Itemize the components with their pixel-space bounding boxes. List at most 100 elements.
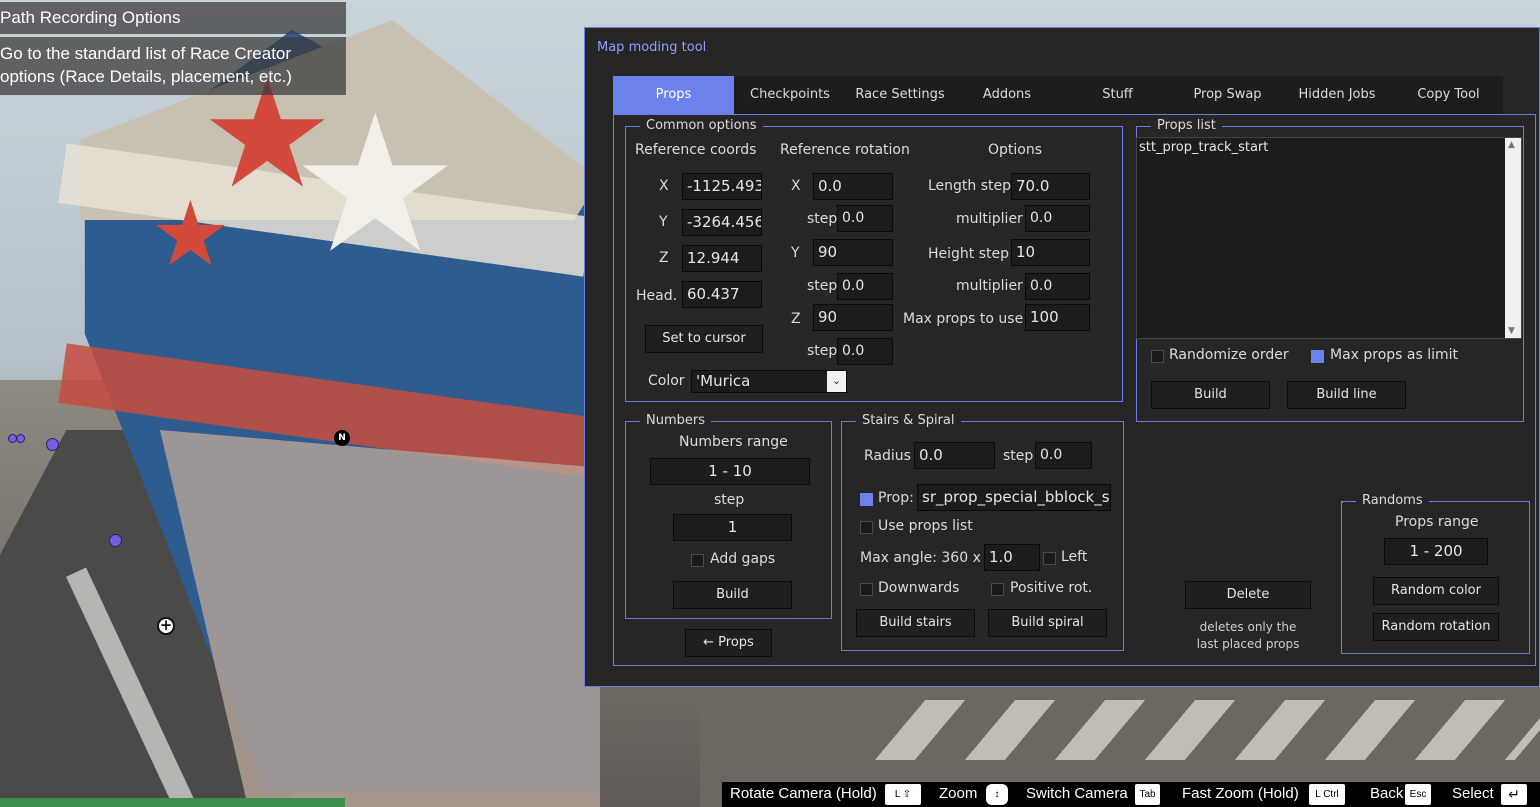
rot-z-input[interactable]: 90 bbox=[813, 304, 893, 331]
randomize-order-label: Randomize order bbox=[1169, 347, 1289, 363]
rot-z-step-label: step bbox=[807, 343, 838, 359]
delete-note-line1: deletes only the bbox=[1199, 620, 1297, 634]
hint-switch-camera: Switch Camera bbox=[1026, 785, 1128, 802]
menu-title-path-recording[interactable]: Path Recording Options bbox=[0, 2, 346, 34]
randomize-order-checkbox[interactable] bbox=[1151, 350, 1164, 363]
chevron-down-icon[interactable]: ⌄ bbox=[827, 371, 846, 392]
rot-y-input[interactable]: 90 bbox=[813, 239, 893, 266]
delete-button[interactable]: Delete bbox=[1185, 581, 1311, 609]
props-list-legend: Props list bbox=[1151, 118, 1222, 134]
numbers-build-button[interactable]: Build bbox=[673, 581, 792, 609]
numbers-step-input[interactable]: 1 bbox=[673, 514, 792, 541]
numbers-step-label: step bbox=[714, 492, 745, 508]
max-angle-input[interactable]: 1.0 bbox=[984, 544, 1040, 571]
props-listbox[interactable]: stt_prop_track_start ▲ ▼ bbox=[1136, 137, 1522, 339]
numbers-range-input[interactable]: 1 - 10 bbox=[650, 458, 810, 485]
color-label: Color bbox=[648, 373, 685, 389]
tab-copy-tool[interactable]: Copy Tool bbox=[1394, 76, 1503, 114]
mouse-wheel-icon: ↕ bbox=[986, 784, 1008, 805]
delete-note: deletes only the last placed props bbox=[1180, 619, 1316, 653]
prop-input[interactable]: sr_prop_special_bblock_sr bbox=[917, 484, 1111, 511]
use-props-list-label: Use props list bbox=[878, 518, 973, 534]
stairs-spiral-legend: Stairs & Spiral bbox=[856, 413, 961, 429]
hint-fast-zoom: Fast Zoom (Hold) bbox=[1182, 785, 1299, 802]
hint-select: Select bbox=[1452, 785, 1494, 802]
key-esc-icon: Esc bbox=[1405, 784, 1431, 805]
key-left-ctrl-icon: L Ctrl bbox=[1309, 784, 1345, 805]
left-checkbox[interactable] bbox=[1043, 552, 1056, 565]
length-multiplier-input[interactable]: 0.0 bbox=[1025, 205, 1090, 232]
rot-x-step-input[interactable]: 0.0 bbox=[837, 205, 893, 232]
menu-description-line1: Go to the standard list of Race Creator bbox=[0, 44, 292, 63]
tab-checkpoints[interactable]: Checkpoints bbox=[734, 76, 846, 114]
rot-y-label: Y bbox=[791, 245, 800, 261]
rot-x-step-label: step bbox=[807, 211, 838, 227]
options-header: Options bbox=[988, 142, 1043, 158]
radius-label: Radius bbox=[864, 448, 911, 464]
color-select-value: 'Murica bbox=[696, 372, 751, 390]
downwards-checkbox[interactable] bbox=[860, 583, 873, 596]
height-step-label: Height step bbox=[928, 246, 1010, 262]
menu-description-line2: options (Race Details, placement, etc.) bbox=[0, 67, 292, 86]
map-marker-dot[interactable] bbox=[109, 534, 122, 547]
list-item[interactable]: stt_prop_track_start bbox=[1139, 140, 1268, 155]
prop-checkbox[interactable] bbox=[860, 493, 873, 506]
scrollbar[interactable]: ▲ ▼ bbox=[1505, 138, 1521, 338]
build-stairs-button[interactable]: Build stairs bbox=[856, 609, 975, 637]
use-props-list-checkbox[interactable] bbox=[860, 521, 873, 534]
tab-props[interactable]: Props bbox=[613, 76, 734, 114]
coord-x-input[interactable]: -1125.493 bbox=[682, 173, 762, 200]
tab-hidden-jobs[interactable]: Hidden Jobs bbox=[1280, 76, 1394, 114]
hint-rotate-camera: Rotate Camera (Hold) bbox=[730, 785, 877, 802]
left-label: Left bbox=[1061, 549, 1088, 565]
radius-step-input[interactable]: 0.0 bbox=[1035, 442, 1092, 469]
length-step-label: Length step bbox=[928, 178, 1012, 194]
star-decal-red-small: ★ bbox=[150, 182, 231, 287]
random-color-button[interactable]: Random color bbox=[1373, 577, 1499, 605]
tab-race-settings[interactable]: Race Settings bbox=[846, 76, 954, 114]
scroll-up-icon[interactable]: ▲ bbox=[1508, 140, 1515, 150]
max-angle-label: Max angle: 360 x bbox=[860, 550, 981, 566]
color-select[interactable]: 'Murica ⌄ bbox=[691, 370, 847, 393]
common-options-legend: Common options bbox=[640, 118, 763, 134]
cursor-crosshair-icon: + bbox=[157, 617, 175, 635]
max-props-limit-checkbox[interactable] bbox=[1311, 350, 1324, 363]
heading-input[interactable]: 60.437 bbox=[682, 281, 762, 308]
props-range-label: Props range bbox=[1395, 514, 1479, 530]
rot-x-input[interactable]: 0.0 bbox=[813, 173, 893, 200]
rot-z-label: Z bbox=[791, 311, 801, 327]
height-multiplier-input[interactable]: 0.0 bbox=[1025, 273, 1090, 300]
tab-stuff[interactable]: Stuff bbox=[1060, 76, 1175, 114]
back-to-props-button[interactable]: ← Props bbox=[685, 629, 772, 657]
runway-markings bbox=[874, 700, 1540, 760]
coord-y-input[interactable]: -3264.456 bbox=[682, 209, 762, 236]
radius-input[interactable]: 0.0 bbox=[914, 442, 995, 469]
height-step-input[interactable]: 10 bbox=[1011, 239, 1090, 266]
props-range-input[interactable]: 1 - 200 bbox=[1384, 538, 1488, 565]
build-spiral-button[interactable]: Build spiral bbox=[988, 609, 1107, 637]
random-rotation-button[interactable]: Random rotation bbox=[1373, 613, 1499, 641]
tab-addons[interactable]: Addons bbox=[954, 76, 1060, 114]
coord-y-label: Y bbox=[659, 214, 668, 230]
tab-prop-swap[interactable]: Prop Swap bbox=[1175, 76, 1280, 114]
positive-rot-checkbox[interactable] bbox=[991, 583, 1004, 596]
window-title: Map moding tool bbox=[597, 40, 707, 55]
length-step-input[interactable]: 70.0 bbox=[1011, 173, 1090, 200]
coord-z-input[interactable]: 12.944 bbox=[682, 245, 762, 272]
tab-bar: Props Checkpoints Race Settings Addons S… bbox=[613, 76, 1503, 114]
add-gaps-checkbox[interactable] bbox=[691, 554, 704, 567]
rot-y-step-label: step bbox=[807, 278, 838, 294]
props-build-button[interactable]: Build bbox=[1151, 381, 1270, 409]
build-line-button[interactable]: Build line bbox=[1287, 381, 1406, 409]
numbers-range-label: Numbers range bbox=[679, 434, 788, 450]
map-marker-dot[interactable] bbox=[16, 434, 25, 443]
set-to-cursor-button[interactable]: Set to cursor bbox=[645, 325, 763, 353]
max-props-input[interactable]: 100 bbox=[1025, 304, 1090, 331]
hint-back: Back bbox=[1370, 785, 1404, 802]
rot-y-step-input[interactable]: 0.0 bbox=[837, 273, 893, 300]
downwards-label: Downwards bbox=[878, 580, 960, 596]
rot-z-step-input[interactable]: 0.0 bbox=[837, 338, 893, 365]
map-marker-dot[interactable] bbox=[46, 438, 59, 451]
scroll-down-icon[interactable]: ▼ bbox=[1508, 326, 1515, 336]
hint-zoom: Zoom bbox=[939, 785, 978, 802]
